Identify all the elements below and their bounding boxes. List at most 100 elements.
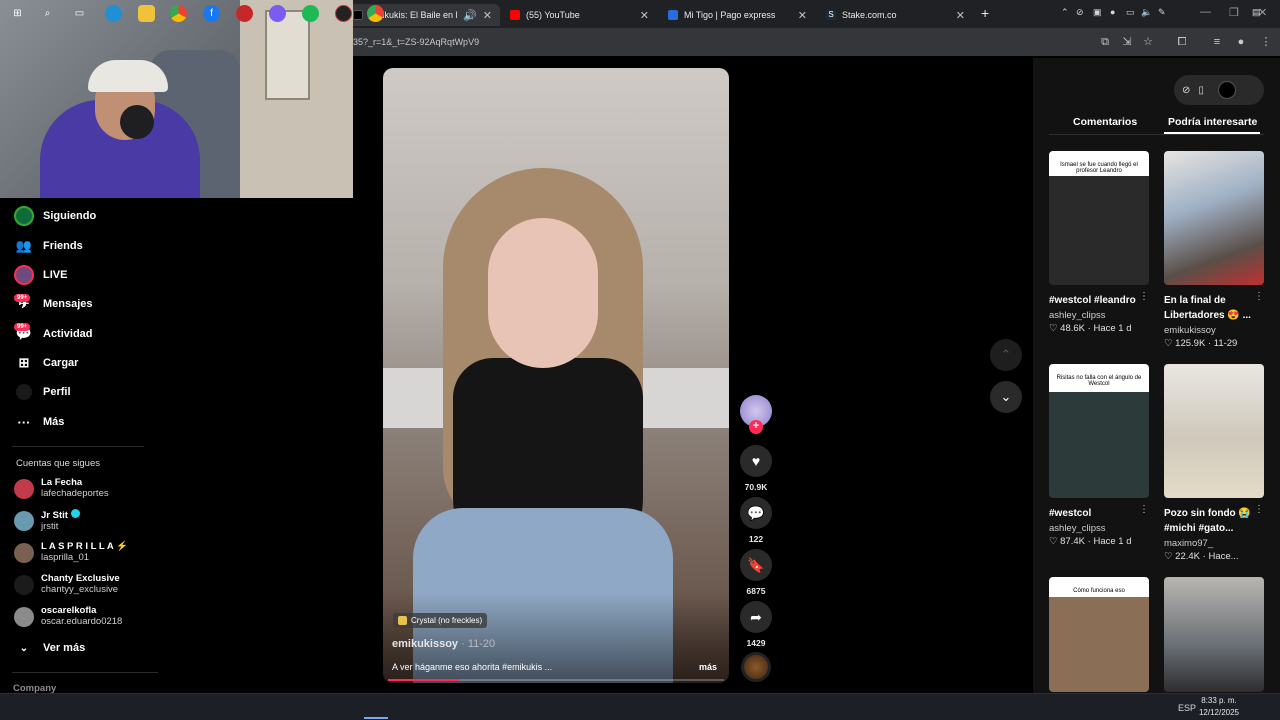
dial-icon[interactable] [1217,81,1236,99]
bookmark-icon[interactable]: 🔖 [740,549,772,581]
close-tab-icon[interactable]: ✕ [483,9,492,22]
tab-tigo[interactable]: Mi Tigo | Pago express ✕ [660,4,815,26]
task-view-icon[interactable]: ▭ [71,5,88,22]
tab-comments[interactable]: Comentarios [1073,116,1137,128]
bookmark-star-icon[interactable]: ☆ [1141,35,1155,49]
restore-icon[interactable]: ❐ [1229,6,1239,19]
file-explorer-icon[interactable] [138,5,155,22]
language-indicator[interactable]: ESP [1178,703,1196,713]
tab-suggested[interactable]: Podría interesarte [1168,116,1257,128]
pen-icon[interactable]: ✎ [1158,7,1166,18]
search-icon[interactable]: ⌕ [39,5,56,22]
sidebar-item-live[interactable]: LIVE [14,265,67,285]
close-tab-icon[interactable]: ✕ [956,9,965,22]
video-author[interactable]: emikukissoy · 11-20 [392,638,495,650]
heart-outline-icon: ♡ [1164,551,1173,562]
card-menu-icon[interactable]: ⋮ [1254,504,1264,515]
save-action[interactable]: 🔖 6875 [740,549,772,596]
tab-stake[interactable]: S Stake.com.co ✕ [818,4,973,26]
account-handle: lafechadeportes [41,488,109,499]
app-icon[interactable] [335,5,352,22]
followed-account[interactable]: Chanty Exclusive chantyy_exclusive [14,573,120,595]
card-author[interactable]: ashley_clipss [1049,523,1149,534]
network-icon[interactable]: ▭ [1126,7,1135,18]
facebook-icon[interactable]: f [203,5,220,22]
suggested-video-card[interactable]: En la final de Libertadores 😍 ... emikuk… [1164,151,1264,349]
sidebar-item-mas[interactable]: ··· Más [14,412,65,432]
sidebar-item-cargar[interactable]: ⊞ Cargar [14,353,79,373]
url-field[interactable]: 35?_r=1&_t=ZS-92AqRqtWpV9 [353,37,479,47]
notifications-icon[interactable]: ▤ [1252,7,1261,18]
microphone-icon[interactable]: ● [1110,7,1115,17]
close-tab-icon[interactable]: ✕ [798,9,807,22]
see-more-button[interactable]: ⌄ Ver más [14,638,85,658]
video-player[interactable] [383,68,729,683]
followed-account[interactable]: Jr Stit jrstit [14,509,80,532]
minimize-icon[interactable]: — [1200,6,1211,18]
windows-start-icon[interactable]: ⊞ [9,5,26,22]
clock-time[interactable]: 8:33 p. m. [1198,696,1240,705]
comment-action[interactable]: 💬 122 [740,497,772,544]
spotify-icon[interactable] [302,5,319,22]
sidebar-item-label: Friends [43,240,83,252]
video-thumbnail[interactable]: Risitas no falla con el ángulo de Westco… [1049,364,1149,498]
profile-avatar-icon[interactable]: ● [1234,35,1248,49]
caption-more-button[interactable]: más [699,662,717,672]
previous-video-button[interactable]: ⌃ [990,339,1022,371]
speaker-icon[interactable]: 🔊 [463,9,477,22]
followed-account[interactable]: L A S P R I L L A ⚡ lasprilla_01 [14,541,128,563]
share-icon[interactable]: ➦ [740,601,772,633]
tab-youtube[interactable]: (55) YouTube ✕ [502,4,657,26]
suggested-video-card[interactable] [1164,577,1264,692]
extensions-icon[interactable]: ⧠ [1175,35,1189,49]
sound-tag[interactable]: Crystal (no freckles) [393,613,488,628]
card-menu-icon[interactable]: ⋮ [1139,504,1149,515]
card-author[interactable]: maximo97_ [1164,538,1264,549]
install-app-icon[interactable]: ⇲ [1120,35,1134,49]
translate-icon[interactable]: ⧉ [1098,35,1112,49]
like-action[interactable]: ♥ 70.9K [740,445,772,492]
suggested-video-card[interactable]: Pozo sin fondo 😭 #michi #gato... maximo9… [1164,364,1264,562]
tray-app-icon[interactable]: ⊘ [1076,7,1084,18]
sidebar-item-perfil[interactable]: Perfil [14,382,71,402]
tray-chevron-icon[interactable]: ⌃ [1061,7,1069,18]
clock-date[interactable]: 12/12/2025 [1198,708,1240,717]
media-control-icon[interactable]: ≡ [1210,35,1224,49]
close-tab-icon[interactable]: ✕ [640,9,649,22]
video-thumbnail[interactable] [1164,364,1264,498]
sidebar-item-siguiendo[interactable]: Siguiendo [14,206,96,226]
edge-icon[interactable] [105,5,122,22]
card-author[interactable]: emikukissoy [1164,325,1264,336]
followed-account[interactable]: La Fecha lafechadeportes [14,477,109,499]
followed-account[interactable]: oscarelkofla oscar.eduardo0218 [14,605,122,627]
tray-app-icon[interactable]: ▣ [1093,7,1102,18]
suggested-video-card[interactable]: Ismael se fue cuando llegó el profesor L… [1049,151,1149,334]
comment-icon[interactable]: 💬 [740,497,772,529]
chrome-active-icon[interactable] [367,5,384,22]
sidebar-item-friends[interactable]: 👥 Friends [14,236,83,256]
app-icon[interactable] [236,5,253,22]
follow-plus-button[interactable]: + [749,420,763,434]
card-menu-icon[interactable]: ⋮ [1254,291,1264,302]
suggested-video-card[interactable]: Risitas no falla con el ángulo de Westco… [1049,364,1149,547]
new-tab-button[interactable]: + [981,5,989,21]
active-tab-indicator [1164,132,1260,134]
chrome-icon[interactable] [170,5,187,22]
discord-icon[interactable] [269,5,286,22]
video-thumbnail[interactable]: Cómo funciona eso [1049,577,1149,692]
video-thumbnail[interactable]: Ismael se fue cuando llegó el profesor L… [1049,151,1149,285]
card-author[interactable]: ashley_clipss [1049,310,1149,321]
phone-icon[interactable]: ▯ [1198,85,1204,96]
compass-icon[interactable]: ⊘ [1182,85,1190,96]
music-disc-icon[interactable] [741,652,771,682]
heart-icon[interactable]: ♥ [740,445,772,477]
next-video-button[interactable]: ⌄ [990,381,1022,413]
video-thumbnail[interactable] [1164,577,1264,692]
volume-icon[interactable]: 🔈 [1141,7,1152,18]
suggested-video-card[interactable]: Cómo funciona eso [1049,577,1149,692]
card-menu-icon[interactable]: ⋮ [1139,291,1149,302]
browser-menu-icon[interactable]: ⋮ [1259,35,1273,49]
share-action[interactable]: ➦ 1429 [740,601,772,648]
video-progress-bar[interactable] [388,679,724,681]
video-thumbnail[interactable] [1164,151,1264,285]
